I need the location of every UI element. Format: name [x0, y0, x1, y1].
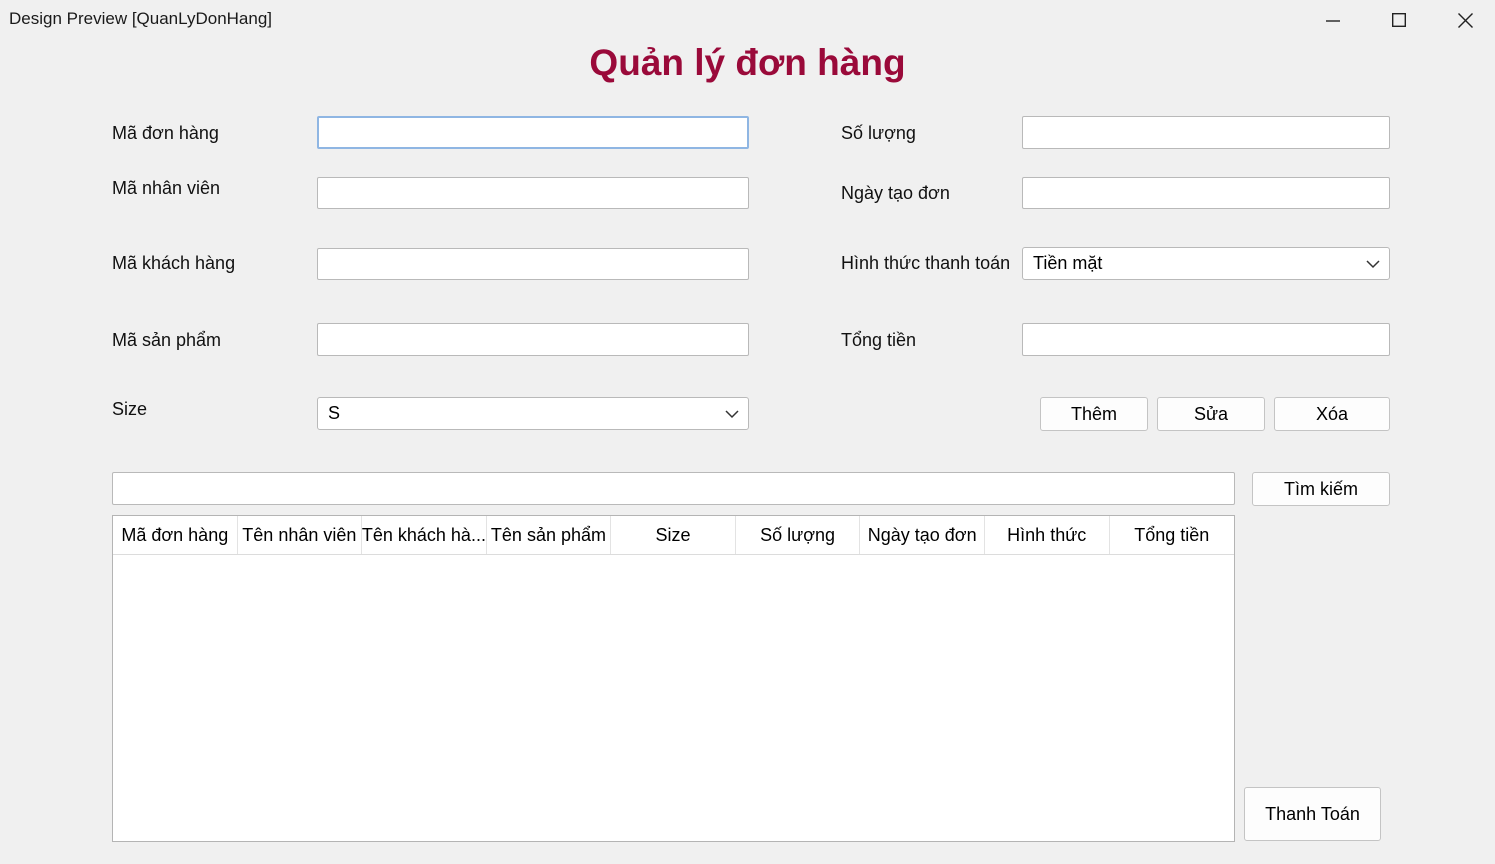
close-button[interactable] [1432, 0, 1495, 40]
ma-nhan-vien-input[interactable] [317, 177, 749, 209]
column-header-ten-khach-hang[interactable]: Tên khách hà... [362, 516, 487, 554]
minimize-icon [1326, 20, 1340, 22]
tim-kiem-button[interactable]: Tìm kiếm [1252, 472, 1390, 506]
hinh-thuc-selected-value: Tiền mặt [1033, 253, 1103, 273]
column-header-ngay-tao-don[interactable]: Ngày tạo đơn [860, 516, 985, 554]
label-size: Size [112, 399, 148, 419]
label-so-luong: Số lượng [841, 123, 916, 143]
size-selected-value: S [328, 403, 341, 423]
label-ma-don-hang: Mã đơn hàng [112, 123, 219, 143]
chevron-down-icon [1366, 260, 1380, 269]
thanh-toan-button[interactable]: Thanh Toán [1244, 787, 1381, 841]
column-header-so-luong[interactable]: Số lượng [736, 516, 861, 554]
column-header-tong-tien[interactable]: Tổng tiền [1110, 516, 1235, 554]
label-hinh-thuc-thanh-toan: Hình thức thanh toán [841, 253, 1011, 273]
xoa-button[interactable]: Xóa [1274, 397, 1390, 431]
maximize-icon [1392, 13, 1406, 27]
hinh-thuc-thanh-toan-select[interactable]: Tiền mặt [1022, 247, 1390, 280]
ma-khach-hang-input[interactable] [317, 248, 749, 280]
minimize-button[interactable] [1300, 0, 1366, 40]
tong-tien-input[interactable] [1022, 323, 1390, 356]
ma-don-hang-input[interactable] [317, 116, 749, 149]
grid-header: Mã đơn hàng Tên nhân viên Tên khách hà..… [113, 516, 1234, 555]
so-luong-input[interactable] [1022, 116, 1390, 149]
ngay-tao-don-input[interactable] [1022, 177, 1390, 209]
column-header-ten-nhan-vien[interactable]: Tên nhân viên [238, 516, 363, 554]
orders-grid[interactable]: Mã đơn hàng Tên nhân viên Tên khách hà..… [112, 515, 1235, 842]
sua-button[interactable]: Sửa [1157, 397, 1265, 431]
label-ma-san-pham: Mã sản phẩm [112, 330, 222, 350]
search-input[interactable] [112, 472, 1235, 505]
column-header-ma-don-hang[interactable]: Mã đơn hàng [113, 516, 238, 554]
column-header-size[interactable]: Size [611, 516, 736, 554]
size-select[interactable]: S [317, 397, 749, 430]
label-tong-tien: Tổng tiền [841, 330, 917, 350]
them-button[interactable]: Thêm [1040, 397, 1148, 431]
close-icon [1457, 12, 1473, 28]
column-header-hinh-thuc[interactable]: Hình thức [985, 516, 1110, 554]
label-ma-nhan-vien: Mã nhân viên [112, 178, 221, 198]
label-ma-khach-hang: Mã khách hàng [112, 253, 236, 273]
maximize-button[interactable] [1366, 0, 1432, 40]
form-title: Quản lý đơn hàng [589, 42, 906, 83]
column-header-ten-san-pham[interactable]: Tên sản phẩm [487, 516, 612, 554]
ma-san-pham-input[interactable] [317, 323, 749, 356]
chevron-down-icon [725, 410, 739, 419]
label-ngay-tao-don: Ngày tạo đơn [841, 183, 950, 203]
window-title: Design Preview [QuanLyDonHang] [9, 9, 273, 28]
